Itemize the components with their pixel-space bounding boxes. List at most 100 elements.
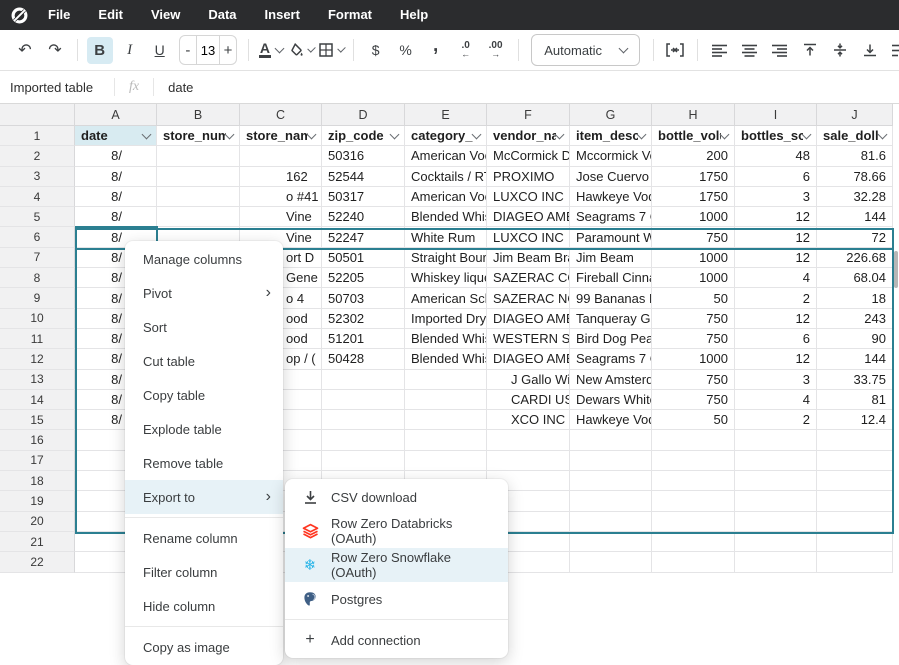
redo-button[interactable]: ↷ xyxy=(42,37,68,64)
cell-C2[interactable] xyxy=(240,146,322,166)
cell-I19[interactable] xyxy=(735,491,817,511)
cell-D13[interactable] xyxy=(322,370,405,390)
cell-A5[interactable]: 8/ xyxy=(75,207,157,227)
cell-B3[interactable] xyxy=(157,167,240,187)
column-filter-chevron-icon[interactable] xyxy=(307,129,317,139)
cell-F6[interactable]: LUXCO INC xyxy=(487,227,570,247)
cell-F4[interactable]: LUXCO INC xyxy=(487,187,570,207)
underline-button[interactable]: U xyxy=(147,37,173,64)
cell-G10[interactable]: Tanqueray Gin xyxy=(570,309,652,329)
cell-J9[interactable]: 18 xyxy=(817,288,893,308)
column-header-e[interactable]: E xyxy=(405,104,487,126)
column-header-b[interactable]: B xyxy=(157,104,240,126)
cell-G16[interactable] xyxy=(570,430,652,450)
menubar-item-data[interactable]: Data xyxy=(194,0,250,30)
column-header-i[interactable]: I xyxy=(735,104,817,126)
select-all-corner[interactable] xyxy=(0,104,75,126)
cell-H4[interactable]: 1750 xyxy=(652,187,735,207)
cell-F5[interactable]: DIAGEO AMER xyxy=(487,207,570,227)
row-header-21[interactable]: 21 xyxy=(0,532,75,552)
cell-E7[interactable]: Straight Bourb xyxy=(405,248,487,268)
row-header-14[interactable]: 14 xyxy=(0,390,75,410)
cell-C5[interactable]: Vine xyxy=(240,207,322,227)
cell-F8[interactable]: SAZERAC CO xyxy=(487,268,570,288)
cell-F12[interactable]: DIAGEO AMER xyxy=(487,349,570,369)
submenu-item-row-zero-databricks-oauth[interactable]: Row Zero Databricks (OAuth) xyxy=(285,514,508,548)
cell-I11[interactable]: 6 xyxy=(735,329,817,349)
text-color-button[interactable]: A xyxy=(258,37,284,64)
column-header-j[interactable]: J xyxy=(817,104,893,126)
cell-G14[interactable]: Dewars White xyxy=(570,390,652,410)
header-cell-item-desc[interactable]: item_desc xyxy=(570,126,652,146)
cell-D2[interactable]: 50316 xyxy=(322,146,405,166)
borders-button[interactable] xyxy=(318,37,344,64)
menu-item-copy-as-image[interactable]: Copy as image xyxy=(125,630,283,664)
cell-H5[interactable]: 1000 xyxy=(652,207,735,227)
cell-J5[interactable]: 144 xyxy=(817,207,893,227)
cell-H12[interactable]: 1000 xyxy=(652,349,735,369)
column-header-h[interactable]: H xyxy=(652,104,735,126)
cell-E6[interactable]: White Rum xyxy=(405,227,487,247)
cell-E2[interactable]: American Vod xyxy=(405,146,487,166)
cell-H13[interactable]: 750 xyxy=(652,370,735,390)
cell-H15[interactable]: 50 xyxy=(652,410,735,430)
cell-F13[interactable]: J Gallo Wi xyxy=(487,370,570,390)
row-header-8[interactable]: 8 xyxy=(0,268,75,288)
row-header-18[interactable]: 18 xyxy=(0,471,75,491)
bold-button[interactable]: B xyxy=(87,37,113,64)
row-header-20[interactable]: 20 xyxy=(0,512,75,532)
cell-H6[interactable]: 750 xyxy=(652,227,735,247)
cell-I18[interactable] xyxy=(735,471,817,491)
cell-H21[interactable] xyxy=(652,532,735,552)
cell-H2[interactable]: 200 xyxy=(652,146,735,166)
currency-format-button[interactable]: $ xyxy=(363,37,389,64)
row-header-15[interactable]: 15 xyxy=(0,410,75,430)
cell-C4[interactable]: o #41 xyxy=(240,187,322,207)
row-header-10[interactable]: 10 xyxy=(0,309,75,329)
cell-J3[interactable]: 78.66 xyxy=(817,167,893,187)
cell-D3[interactable]: 52544 xyxy=(322,167,405,187)
cell-I3[interactable]: 6 xyxy=(735,167,817,187)
header-cell-bottle-volu[interactable]: bottle_volu xyxy=(652,126,735,146)
comma-format-button[interactable]: , xyxy=(423,33,449,68)
table-name-box[interactable]: Imported table xyxy=(0,80,114,95)
cell-D14[interactable] xyxy=(322,390,405,410)
cell-H22[interactable] xyxy=(652,552,735,572)
cell-G17[interactable] xyxy=(570,451,652,471)
cell-H7[interactable]: 1000 xyxy=(652,248,735,268)
cell-E5[interactable]: Blended Whis xyxy=(405,207,487,227)
align-center-button[interactable] xyxy=(737,37,763,64)
menu-item-remove-table[interactable]: Remove table xyxy=(125,446,283,480)
cell-A4[interactable]: 8/ xyxy=(75,187,157,207)
vertical-align-bottom-button[interactable] xyxy=(857,37,883,64)
cell-G3[interactable]: Jose Cuervo A xyxy=(570,167,652,187)
cell-J16[interactable] xyxy=(817,430,893,450)
vertical-align-top-button[interactable] xyxy=(797,37,823,64)
merge-cells-button[interactable] xyxy=(662,37,688,64)
row-header-17[interactable]: 17 xyxy=(0,451,75,471)
header-cell-vendor-na[interactable]: vendor_na xyxy=(487,126,570,146)
column-filter-chevron-icon[interactable] xyxy=(472,129,482,139)
header-cell-category-n[interactable]: category_n xyxy=(405,126,487,146)
row-header-19[interactable]: 19 xyxy=(0,491,75,511)
cell-E16[interactable] xyxy=(405,430,487,450)
cell-H19[interactable] xyxy=(652,491,735,511)
cell-D16[interactable] xyxy=(322,430,405,450)
cell-G21[interactable] xyxy=(570,532,652,552)
row-header-11[interactable]: 11 xyxy=(0,329,75,349)
fill-color-button[interactable] xyxy=(288,37,314,64)
cell-D8[interactable]: 52205 xyxy=(322,268,405,288)
undo-button[interactable]: ↶ xyxy=(12,37,38,64)
cell-F7[interactable]: Jim Beam Bra xyxy=(487,248,570,268)
header-cell-zip-code[interactable]: zip_code xyxy=(322,126,405,146)
cell-F9[interactable]: SAZERAC NO xyxy=(487,288,570,308)
cell-G20[interactable] xyxy=(570,512,652,532)
menubar-item-file[interactable]: File xyxy=(34,0,84,30)
menubar-item-insert[interactable]: Insert xyxy=(251,0,314,30)
align-right-button[interactable] xyxy=(767,37,793,64)
cell-H3[interactable]: 1750 xyxy=(652,167,735,187)
cell-I6[interactable]: 12 xyxy=(735,227,817,247)
cell-I20[interactable] xyxy=(735,512,817,532)
cell-J12[interactable]: 144 xyxy=(817,349,893,369)
font-size-value[interactable]: 13 xyxy=(196,36,220,64)
